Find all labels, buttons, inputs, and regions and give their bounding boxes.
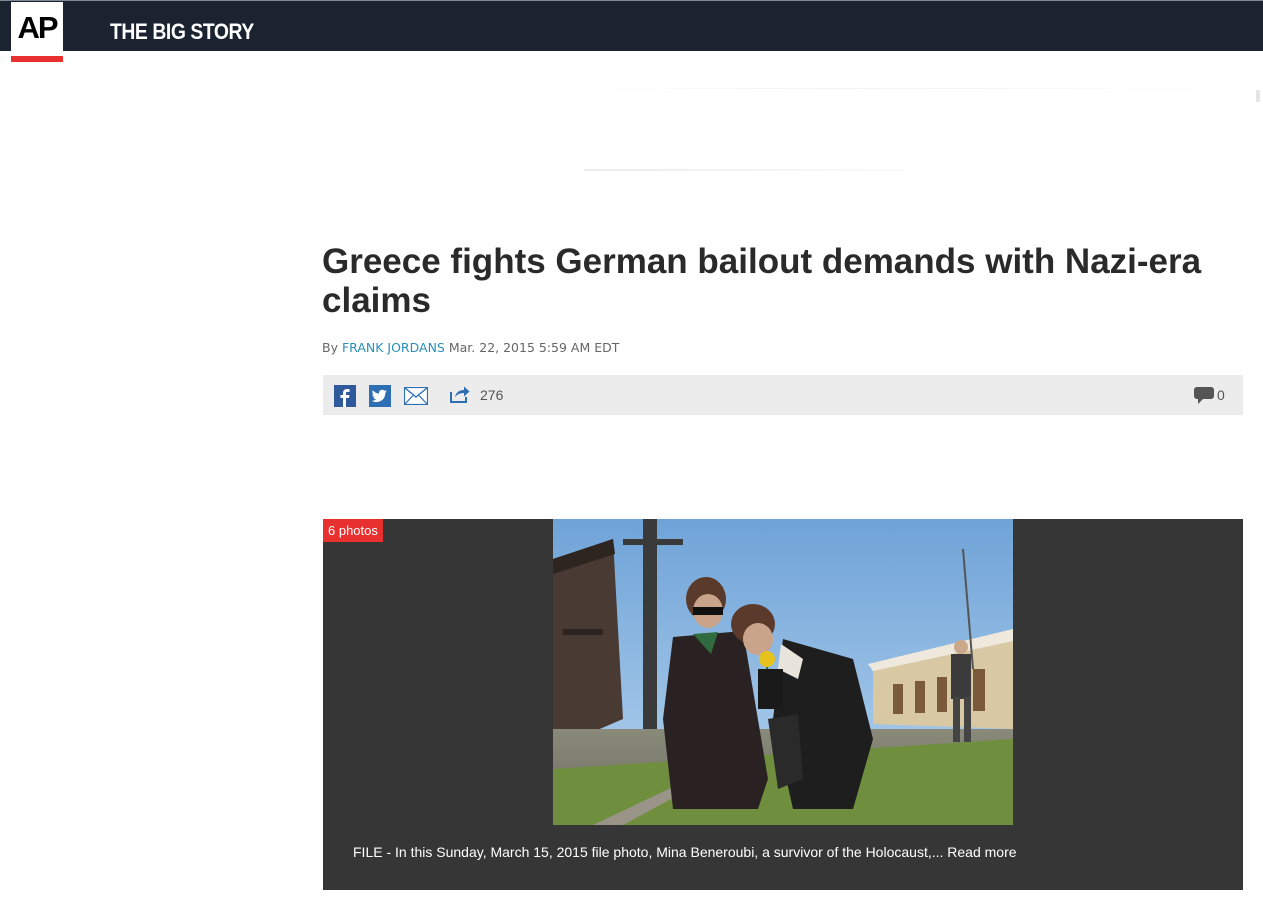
- comment-bubble-icon[interactable]: [1194, 386, 1214, 405]
- photo-caption: FILE - In this Sunday, March 15, 2015 fi…: [353, 843, 1017, 861]
- article-headline: Greece fights German bailout demands wit…: [322, 242, 1202, 320]
- ad-marker: [1256, 90, 1260, 102]
- byline-prefix: By: [322, 340, 338, 355]
- ad-divider-top: [580, 88, 1240, 89]
- email-icon[interactable]: [404, 387, 428, 405]
- top-navigation-bar: AP THE BIG STORY: [0, 0, 1263, 62]
- share-count: 276: [480, 387, 504, 403]
- share-bar: 276 0: [323, 375, 1243, 415]
- twitter-icon[interactable]: [369, 385, 391, 407]
- share-arrow-icon[interactable]: [450, 385, 470, 403]
- author-link[interactable]: FRANK JORDANS: [342, 340, 445, 355]
- comment-count[interactable]: 0: [1217, 387, 1225, 403]
- ap-logo-red-bar: [11, 56, 63, 62]
- ad-divider-bottom: [584, 169, 964, 171]
- photo-gallery[interactable]: 6 photos FILE - In this Sunday, March 15…: [323, 519, 1243, 890]
- ap-logo[interactable]: AP: [11, 2, 63, 62]
- ad-banner-placeholder: [580, 88, 1260, 172]
- brand-title[interactable]: THE BIG STORY: [110, 18, 254, 46]
- photo-count-badge[interactable]: 6 photos: [323, 519, 383, 542]
- caption-text: FILE - In this Sunday, March 15, 2015 fi…: [353, 844, 944, 860]
- read-more-link[interactable]: Read more: [947, 844, 1016, 860]
- facebook-icon[interactable]: [334, 385, 356, 407]
- lead-photo[interactable]: [553, 519, 1013, 825]
- ap-logo-text: AP: [17, 10, 58, 45]
- article-byline: By FRANK JORDANS Mar. 22, 2015 5:59 AM E…: [322, 340, 619, 356]
- article-timestamp: Mar. 22, 2015 5:59 AM EDT: [448, 340, 620, 355]
